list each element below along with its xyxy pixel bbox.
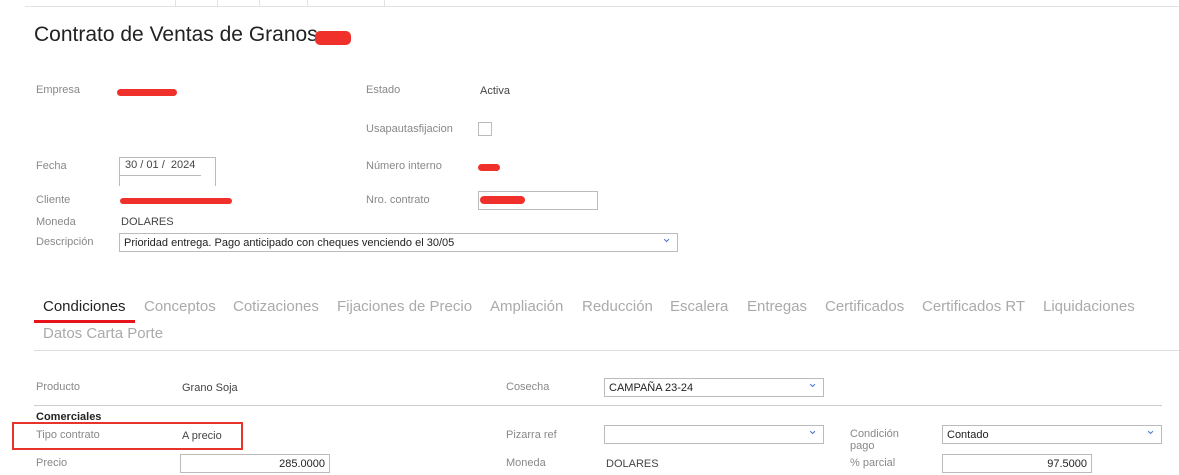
- top-tick: [259, 0, 260, 6]
- redacted-empresa: [117, 89, 177, 96]
- redacted-numero-interno: [478, 164, 500, 171]
- tab-datos-carta-porte[interactable]: Datos Carta Porte: [43, 325, 163, 342]
- cosecha-label: Cosecha: [506, 381, 550, 393]
- tab-reduccion[interactable]: Reducción: [582, 298, 653, 315]
- precio-input[interactable]: 285.0000: [180, 454, 330, 473]
- tab-condiciones[interactable]: Condiciones: [43, 298, 126, 315]
- moneda-cond-value: DOLARES: [606, 458, 659, 470]
- active-tab-underline: [34, 320, 135, 323]
- pizarra-label: Pizarra ref: [506, 429, 557, 441]
- page-title: Contrato de Ventas de Granos -: [34, 23, 337, 46]
- producto-label: Producto: [36, 381, 81, 393]
- descripcion-value: Prioridad entrega. Pago anticipado con c…: [124, 237, 455, 249]
- tipo-contrato-value: A precio: [182, 430, 222, 442]
- numero-interno-label: Número interno: [366, 160, 442, 172]
- condicion-pago-select[interactable]: Contado: [942, 423, 1162, 444]
- nro-contrato-label: Nro. contrato: [366, 194, 430, 206]
- cosecha-value: CAMPAÑA 23-24: [609, 382, 694, 394]
- top-tick: [175, 0, 176, 6]
- top-tick: [307, 0, 308, 6]
- estado-value: Activa: [480, 85, 510, 97]
- tipo-contrato-label: Tipo contrato: [36, 429, 100, 441]
- producto-value: Grano Soja: [182, 382, 238, 394]
- moneda-cond-label: Moneda: [506, 457, 546, 469]
- fecha-value: 30 / 01 / 2024: [125, 159, 196, 171]
- pizarra-select[interactable]: [604, 423, 824, 444]
- tab-cotizaciones[interactable]: Cotizaciones: [233, 298, 319, 315]
- tab-ampliacion[interactable]: Ampliación: [490, 298, 563, 315]
- precio-label: Precio: [36, 457, 68, 469]
- tab-escalera[interactable]: Escalera: [670, 298, 728, 315]
- section-divider: [34, 405, 1162, 406]
- tab-liquidaciones[interactable]: Liquidaciones: [1043, 298, 1135, 315]
- cliente-label: Cliente: [36, 194, 71, 206]
- tabs-divider: [34, 350, 1179, 351]
- descripcion-select[interactable]: Prioridad entrega. Pago anticipado con c…: [119, 231, 678, 252]
- redacted-number: [315, 31, 351, 45]
- tab-certificados-rt[interactable]: Certificados RT: [922, 298, 1025, 315]
- tab-certificados[interactable]: Certificados: [825, 298, 904, 315]
- fecha-label: Fecha: [36, 160, 67, 172]
- condicion-pago-value: Contado: [947, 429, 989, 441]
- top-divider: [25, 6, 1179, 7]
- parcial-label: % parcial: [850, 457, 896, 469]
- top-tick: [217, 0, 218, 6]
- top-tick: [384, 0, 385, 6]
- estado-label: Estado: [366, 84, 401, 96]
- empresa-label: Empresa: [36, 84, 81, 96]
- redacted-cliente: [120, 198, 232, 204]
- fecha-input[interactable]: 30 / 01 / 2024: [119, 157, 216, 186]
- parcial-input[interactable]: 97.5000: [942, 454, 1092, 473]
- moneda-value: DOLARES: [121, 216, 174, 228]
- usapautas-label: Usapautasfijacion: [366, 123, 453, 135]
- tab-conceptos[interactable]: Conceptos: [144, 298, 216, 315]
- condicion-pago-label: Condición pago: [850, 428, 899, 452]
- moneda-label: Moneda: [36, 216, 76, 228]
- usapautas-checkbox[interactable]: [478, 122, 492, 136]
- redacted-nro-contrato: [480, 196, 525, 204]
- tab-entregas[interactable]: Entregas: [747, 298, 807, 315]
- descripcion-label: Descripción: [36, 236, 94, 248]
- tab-fijaciones[interactable]: Fijaciones de Precio: [337, 298, 472, 315]
- cosecha-select[interactable]: CAMPAÑA 23-24: [604, 376, 824, 397]
